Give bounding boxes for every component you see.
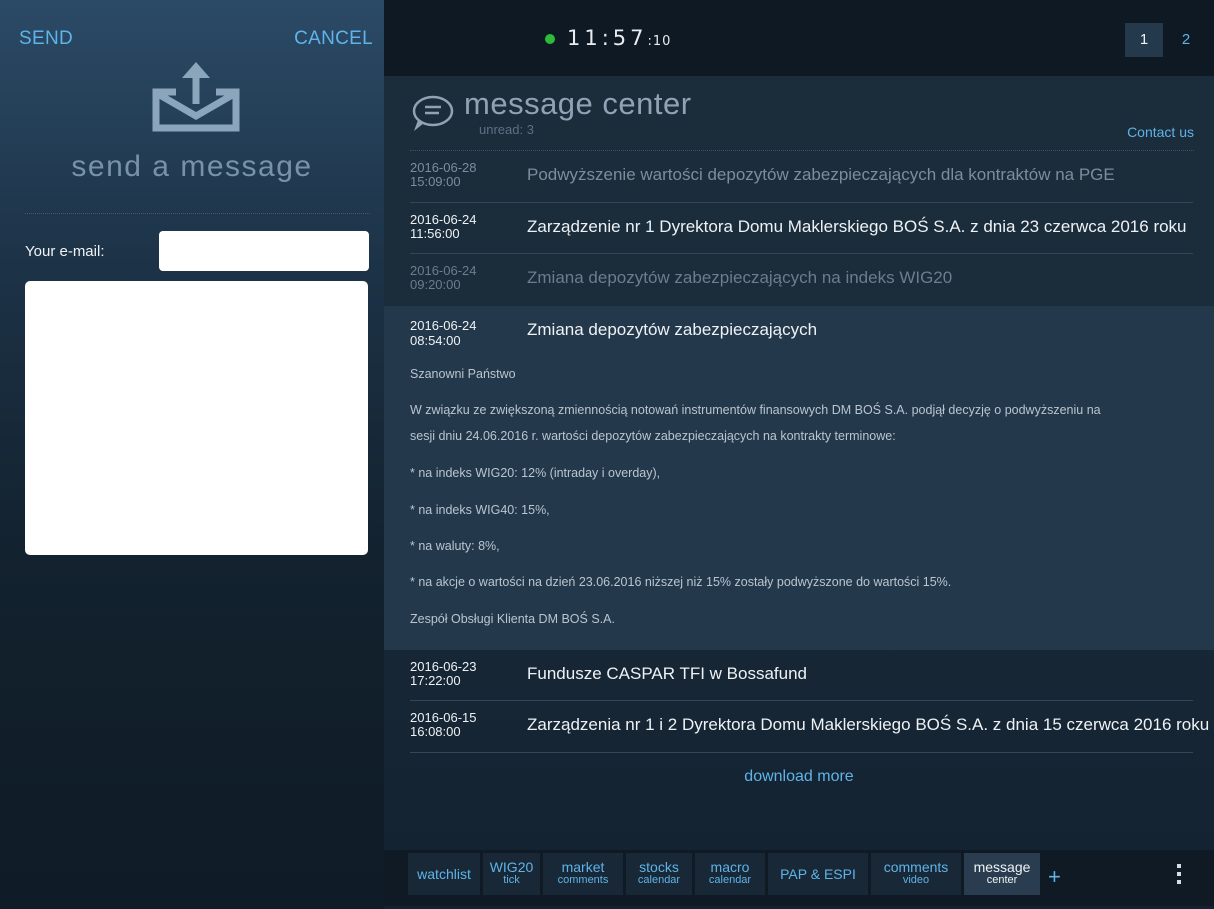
tab-sublabel: tick [503, 874, 520, 886]
email-label: Your e-mail: [25, 243, 105, 260]
message-center-panel: 11:57:10 1 2 message center unread: 3 Co… [384, 0, 1214, 909]
tab-label: stocks [639, 859, 679, 875]
speech-bubble-icon [412, 95, 454, 131]
message-time: 17:22:00 [410, 673, 461, 688]
tab-watchlist[interactable]: watchlist [408, 853, 480, 895]
tab-wig20-tick[interactable]: WIG20 tick [483, 853, 540, 895]
compose-title: send a message [71, 150, 313, 183]
message-time: 16:08:00 [410, 724, 461, 739]
page-button-2[interactable]: 2 [1167, 23, 1205, 57]
tab-label: comments [883, 859, 949, 875]
message-date: 2016-06-28 [410, 160, 477, 175]
message-title: Zmiana depozytów zabezpieczających [527, 320, 818, 339]
message-body-line: W związku ze zwiększoną zmiennością noto… [410, 403, 1101, 417]
message-title: Zarządzenie nr 1 Dyrektora Domu Maklersk… [527, 217, 1187, 236]
message-greeting: Szanowni Państwo [410, 367, 516, 381]
status-bar: 11:57:10 1 2 [384, 0, 1214, 76]
tab-label: message [973, 859, 1031, 875]
tab-label: watchlist [417, 866, 471, 882]
tab-comments-video[interactable]: comments video [871, 853, 961, 895]
message-datetime: 2016-06-28 15:09:00 [410, 161, 477, 189]
tab-label: market [561, 859, 605, 875]
tab-market-comments[interactable]: market comments [543, 853, 623, 895]
message-datetime: 2016-06-15 16:08:00 [410, 711, 477, 739]
message-time: 08:54:00 [410, 333, 461, 348]
expanded-message[interactable]: 2016-06-24 08:54:00 Zmiana depozytów zabe… [384, 306, 1214, 650]
message-date: 2016-06-15 [410, 710, 477, 725]
vertical-dots-icon[interactable] [1175, 864, 1183, 888]
message-date: 2016-06-24 [410, 263, 477, 278]
message-body-line: sesji dniu 24.06.2016 r. wartości depozy… [410, 429, 896, 443]
message-title: Zarządzenia nr 1 i 2 Dyrektora Domu Makl… [527, 715, 1210, 734]
message-bullet: * na indeks WIG40: 15%, [410, 503, 550, 517]
page-title: message center [464, 86, 692, 121]
clock: 11:57:10 [567, 26, 671, 50]
message-row[interactable]: 2016-06-23 17:22:00 Fundusze CASPAR TFI w… [410, 650, 1193, 701]
tab-label: PAP & ESPI [780, 866, 856, 882]
divider [25, 213, 370, 214]
message-row[interactable]: 2016-06-15 16:08:00 Zarządzenia nr 1 i 2 … [410, 701, 1209, 753]
tab-sublabel: calendar [637, 874, 681, 886]
contact-us-link[interactable]: Contact us [1127, 124, 1194, 140]
compose-panel: SEND CANCEL send a message Your e-mail: [0, 0, 384, 909]
page-button-1[interactable]: 1 [1125, 23, 1163, 57]
message-row[interactable]: 2016-06-24 11:56:00 Zarządzenie nr 1 Dyre… [410, 203, 1193, 254]
message-date: 2016-06-23 [410, 659, 477, 674]
message-title: Zmiana depozytów zabezpieczających na in… [527, 268, 953, 287]
tab-macro-calendar[interactable]: macro calendar [695, 853, 765, 895]
message-datetime: 2016-06-23 17:22:00 [410, 660, 477, 688]
message-datetime: 2016-06-24 08:54:00 [410, 318, 477, 348]
message-date: 2016-06-24 [410, 212, 477, 227]
email-field[interactable] [159, 231, 369, 271]
message-bullet: * na waluty: 8%, [410, 539, 500, 553]
message-time: 09:20:00 [410, 277, 461, 292]
message-datetime: 2016-06-24 11:56:00 [410, 213, 477, 241]
message-row[interactable]: 2016-06-28 15:09:00 Podwyższenie wartości… [410, 151, 1193, 203]
clock-seconds: :10 [647, 34, 672, 49]
outbox-upload-icon [152, 62, 240, 132]
clock-hm: 11:57 [567, 26, 648, 50]
tab-sublabel: video [902, 874, 930, 886]
message-bullet: * na indeks WIG20: 12% (intraday i overd… [410, 466, 661, 480]
message-signature: Zespół Obsługi Klienta DM BOŚ S.A. [410, 612, 615, 626]
connection-indicator [545, 34, 555, 44]
message-time: 11:56:00 [410, 226, 460, 241]
message-row[interactable]: 2016-06-24 09:20:00 Zmiana depozytów zabe… [410, 254, 1193, 306]
message-date: 2016-06-24 [410, 318, 477, 333]
message-bullet: * na akcje o wartości na dzień 23.06.201… [410, 575, 952, 589]
tab-sublabel: center [986, 874, 1018, 886]
download-more-link[interactable]: download more [384, 768, 1214, 786]
message-datetime: 2016-06-24 09:20:00 [410, 264, 477, 292]
tab-label: WIG20 [489, 859, 534, 875]
send-button[interactable]: SEND [19, 28, 73, 50]
tab-sublabel: comments [557, 874, 609, 886]
tab-pap-espi[interactable]: PAP & ESPI [768, 853, 868, 895]
message-title: Fundusze CASPAR TFI w Bossafund [527, 664, 807, 683]
tab-sublabel: calendar [708, 874, 752, 886]
message-title: Podwyższenie wartości depozytów zabezpie… [527, 165, 1115, 184]
tab-message-center[interactable]: message center [964, 853, 1040, 895]
cancel-button[interactable]: CANCEL [294, 28, 373, 50]
message-textarea[interactable] [25, 281, 368, 555]
message-time: 15:09:00 [410, 174, 461, 189]
unread-count: unread: 3 [479, 122, 534, 137]
bottom-tab-bar: watchlist WIG20 tick market comments stock… [384, 850, 1214, 906]
tab-label: macro [710, 859, 750, 875]
tab-stocks-calendar[interactable]: stocks calendar [626, 853, 692, 895]
add-tab-button[interactable]: + [1048, 864, 1061, 890]
